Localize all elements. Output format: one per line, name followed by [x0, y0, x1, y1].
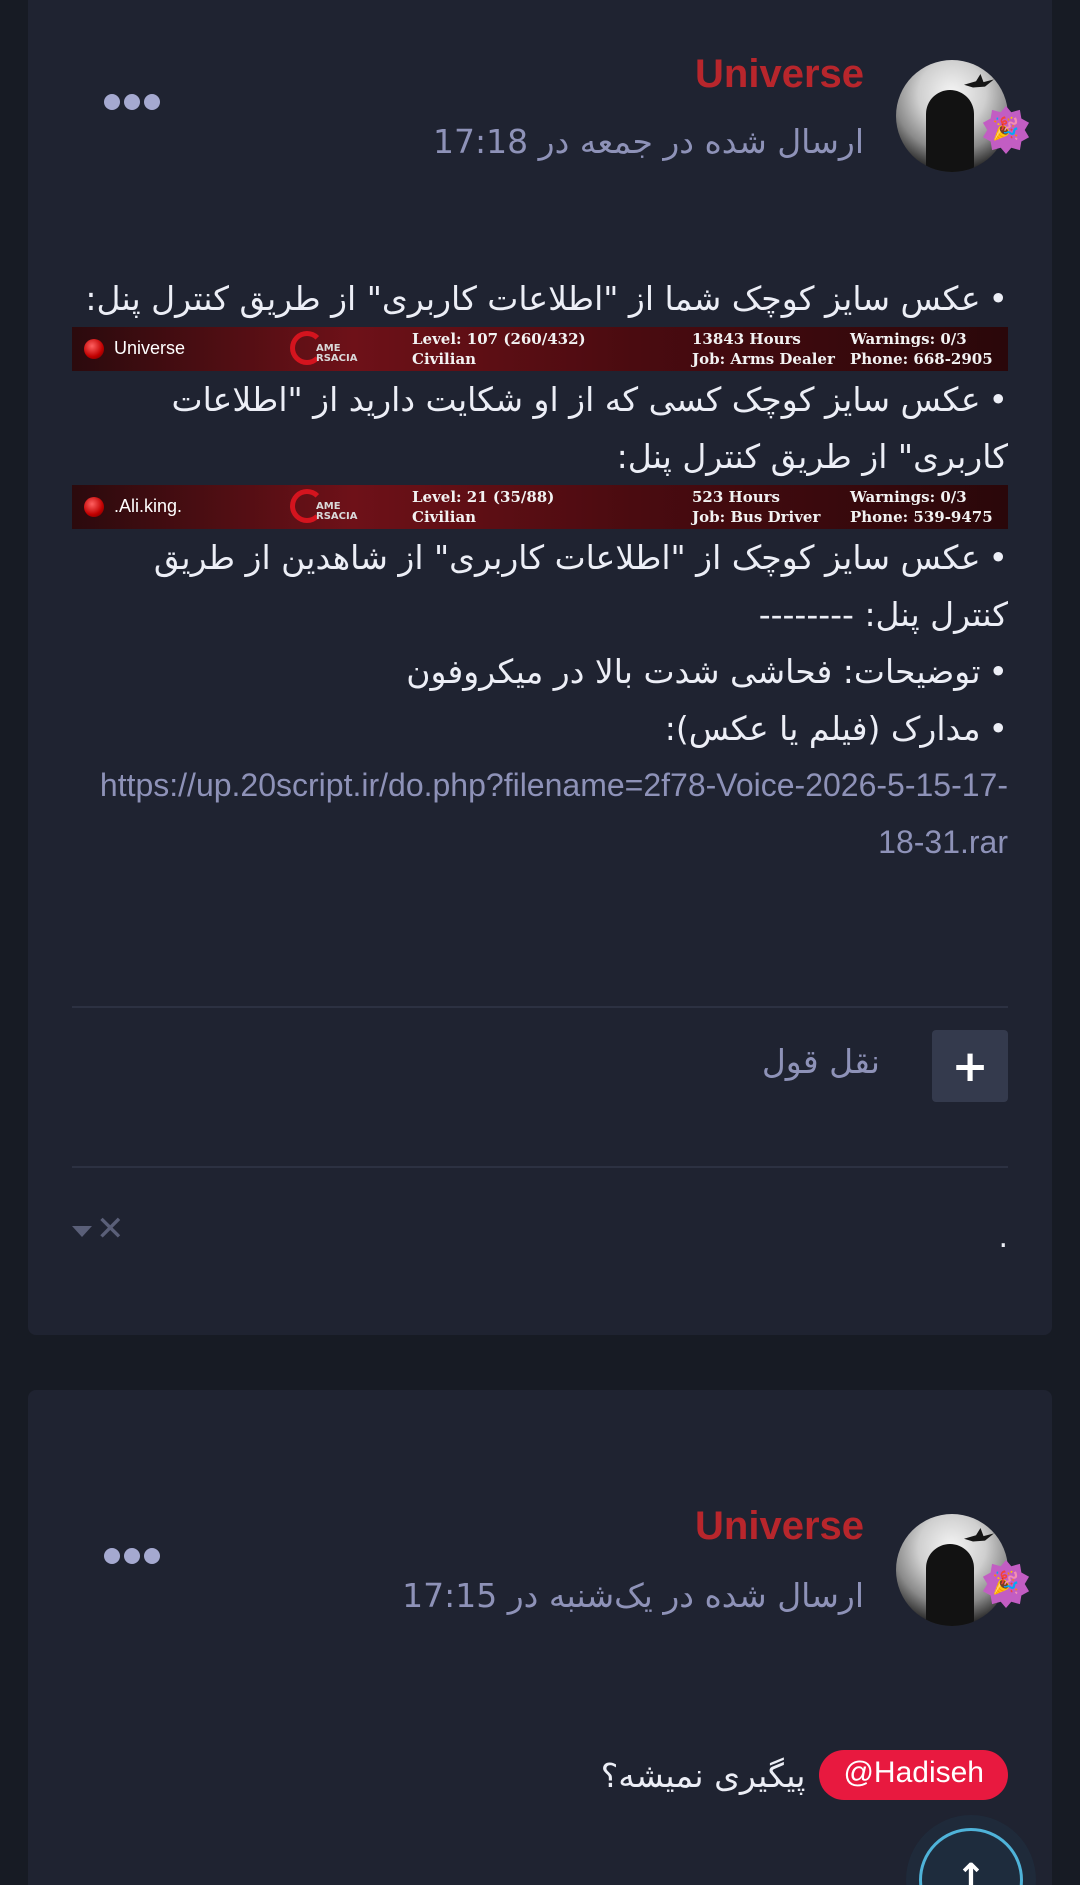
post-date[interactable]: ارسال شده در یک‌شنبه در 17:15 — [402, 1576, 864, 1615]
field-evidence: مدارک (فیلم یا عکس): — [72, 700, 1008, 757]
job-info: 13843 Hours Job: Arms Dealer — [692, 330, 835, 368]
bird-icon — [964, 1528, 994, 1542]
page: 🎉 Universe ارسال شده در جمعه در 17:18 عک… — [0, 0, 1080, 1885]
game-logo: AME RSACIA — [290, 331, 366, 369]
player-stats-bar: .Ali.king. AME RSACIA Level: 21 (35/88) C… — [72, 485, 1008, 529]
field-witness-screenshot: عکس سایز کوچک از "اطلاعات کاربری" از شاه… — [72, 529, 1008, 643]
post-header: 🎉 Universe ارسال شده در جمعه در 17:18 — [28, 0, 1052, 180]
party-popper-icon: 🎉 — [992, 117, 1020, 142]
reaction-placeholder: . — [998, 1220, 1008, 1255]
more-options-icon[interactable] — [104, 92, 160, 112]
divider — [72, 1166, 1008, 1168]
close-icon[interactable]: ✕ — [96, 1212, 125, 1246]
multi-quote-button[interactable]: + — [932, 1030, 1008, 1102]
status-dot-icon — [84, 339, 104, 359]
avatar-figure — [926, 1544, 974, 1626]
mention-tag[interactable]: @Hadiseh — [819, 1750, 1008, 1800]
contact-info: Warnings: 0/3 Phone: 539-9475 — [850, 488, 993, 526]
level-info: Level: 21 (35/88) Civilian — [412, 488, 555, 526]
avatar-figure — [926, 90, 974, 172]
job-info: 523 Hours Job: Bus Driver — [692, 488, 821, 526]
player-name: .Ali.king. — [114, 496, 183, 516]
post-header: 🎉 Universe ارسال شده در یک‌شنبه در 17:15 — [28, 1390, 1052, 1626]
contact-info: Warnings: 0/3 Phone: 668-2905 — [850, 330, 993, 368]
divider — [72, 1006, 1008, 1008]
field-reported-screenshot: عکس سایز کوچک کسی که از او شکایت دارید ا… — [72, 371, 1008, 485]
bird-icon — [964, 74, 994, 88]
arrow-up-icon: ↑ — [919, 1828, 1023, 1885]
level-info: Level: 107 (260/432) Civilian — [412, 330, 586, 368]
field-description: توضیحات: فحاشی شدت بالا در میکروفون — [72, 643, 1008, 700]
status-dot-icon — [84, 497, 104, 517]
party-popper-icon: 🎉 — [992, 1571, 1020, 1596]
player-stats-bar: Universe AME RSACIA Level: 107 (260/432) … — [72, 327, 1008, 371]
post-text: پیگیری نمیشه؟ — [600, 1755, 806, 1795]
more-options-icon[interactable] — [104, 1546, 160, 1566]
post-card: 🎉 Universe ارسال شده در یک‌شنبه در 17:15… — [28, 1390, 1052, 1885]
post-content: عکس سایز کوچک شما از "اطلاعات کاربری" از… — [72, 270, 1008, 871]
reaction-row: . ✕ — [72, 1212, 1008, 1255]
game-logo: AME RSACIA — [290, 489, 366, 527]
quote-row: + نقل قول — [72, 1030, 1008, 1102]
chevron-down-icon[interactable] — [72, 1225, 92, 1237]
author-name[interactable]: Universe — [695, 52, 864, 97]
evidence-link[interactable]: https://up.20script.ir/do.php?filename=2… — [72, 757, 1008, 871]
field-your-screenshot: عکس سایز کوچک شما از "اطلاعات کاربری" از… — [72, 270, 1008, 327]
post-date[interactable]: ارسال شده در جمعه در 17:18 — [433, 122, 864, 161]
author-name[interactable]: Universe — [695, 1504, 864, 1549]
player-name: Universe — [114, 338, 186, 358]
quote-button[interactable]: نقل قول — [762, 1042, 880, 1081]
reaction-tools: ✕ — [72, 1212, 125, 1246]
post-content: @Hadiseh پیگیری نمیشه؟ — [601, 1750, 1008, 1800]
post-card: 🎉 Universe ارسال شده در جمعه در 17:18 عک… — [28, 0, 1052, 1335]
